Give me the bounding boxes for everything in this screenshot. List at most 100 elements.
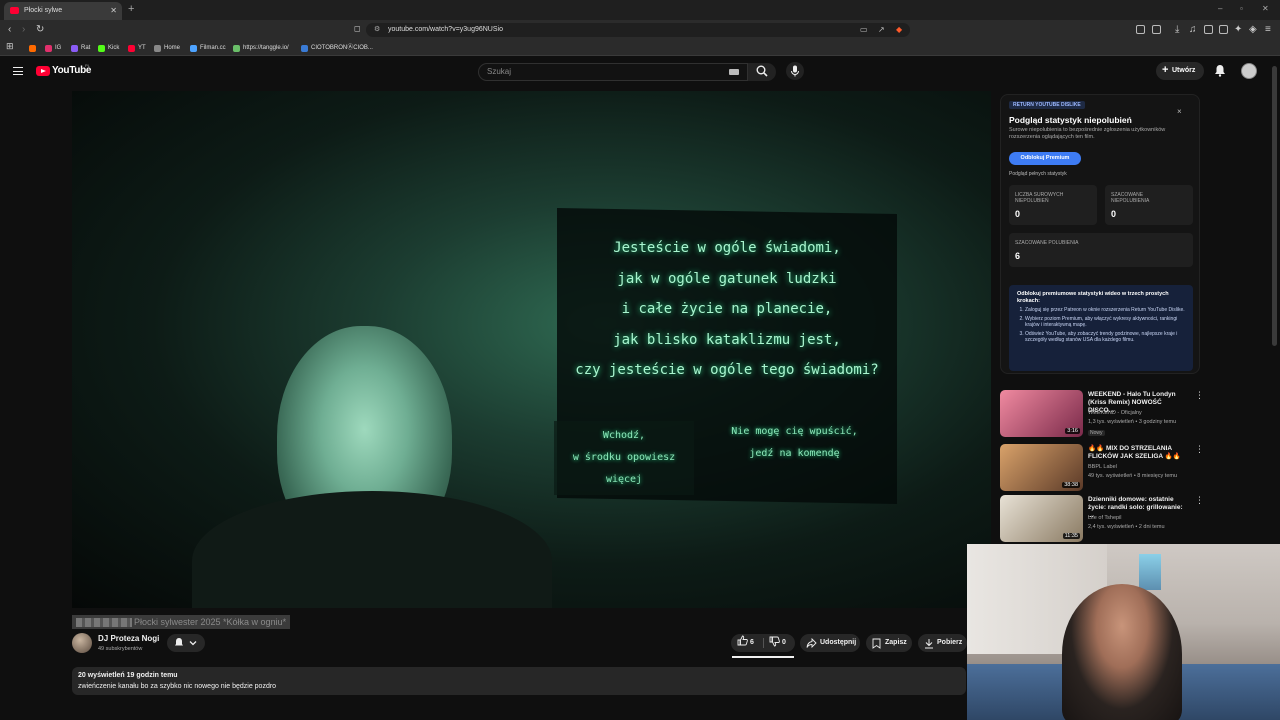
keyboard-icon[interactable] bbox=[729, 69, 739, 75]
video-person-hoodie bbox=[192, 491, 552, 608]
video-thumbnail[interactable]: 11:35 bbox=[1000, 495, 1083, 542]
bookmark-page-icon[interactable]: ◻ bbox=[354, 24, 361, 33]
back-icon[interactable]: ‹ bbox=[8, 24, 11, 35]
rec-channel[interactable]: Life of Tshepil bbox=[1088, 515, 1122, 521]
bookmark-kick[interactable]: Kick bbox=[98, 42, 119, 54]
account-avatar[interactable] bbox=[1241, 63, 1257, 79]
share-label: Udostępnij bbox=[820, 639, 857, 646]
apps-grid-icon[interactable]: ⊞ bbox=[6, 41, 14, 52]
webcam-person bbox=[1062, 584, 1182, 720]
bookmark-label: Filman.cc bbox=[200, 45, 226, 51]
video-thumbnail[interactable]: 38:38 bbox=[1000, 444, 1083, 491]
media-icon[interactable]: ♫ bbox=[1189, 24, 1197, 35]
bookmark-home[interactable]: Home bbox=[154, 42, 180, 54]
share-button[interactable]: Udostępnij bbox=[800, 634, 860, 652]
bookmark-label: IG bbox=[55, 45, 62, 51]
stat-label: SZACOWANE NIEPOLUBIENIA bbox=[1111, 192, 1150, 204]
browser-tab[interactable]: Płocki sylwe ✕ bbox=[4, 2, 122, 20]
downloads-icon[interactable]: ⤓ bbox=[1175, 24, 1179, 35]
recommendation-item[interactable]: 11:35 Dzienniki domowe: ostatnie życie: … bbox=[1000, 495, 1204, 545]
recommendation-item[interactable]: 38:38 🔥🔥 MIX DO STRZELANIA FLICKÓW JAK S… bbox=[1000, 444, 1204, 494]
youtube-favicon-icon bbox=[10, 7, 19, 14]
new-badge: Nowy bbox=[1088, 430, 1105, 436]
channel-name[interactable]: DJ Proteza Nogi bbox=[98, 634, 159, 643]
extensions-puzzle-icon[interactable]: ✦ bbox=[1234, 24, 1242, 35]
youtube-header: YouTube PL Szukaj bbox=[0, 57, 1280, 87]
bookmark-tanggle[interactable]: https://tanggle.io/ bbox=[233, 42, 289, 54]
video-thumbnail[interactable]: 3:16 bbox=[1000, 390, 1083, 437]
rec-channel[interactable]: BBPL Label bbox=[1088, 464, 1117, 470]
stat-value: 0 bbox=[1015, 209, 1021, 219]
share-page-icon[interactable]: ↗ bbox=[878, 23, 885, 37]
reload-icon[interactable]: ↻ bbox=[36, 24, 44, 35]
rec-channel[interactable]: WEEKEND - Oficjalny bbox=[1088, 410, 1142, 416]
video-player[interactable]: Jesteście w ogóle świadomi, jak w ogóle … bbox=[72, 91, 991, 608]
guide-menu-icon[interactable] bbox=[13, 67, 23, 75]
overlay-line: czy jesteście w ogóle tego świadomi? bbox=[575, 362, 879, 378]
rec-title[interactable]: 🔥🔥 MIX DO STRZELANIA FLICKÓW JAK SZELIGA… bbox=[1088, 445, 1188, 461]
vpn-icon[interactable]: ◈ bbox=[1249, 24, 1257, 35]
address-bar[interactable]: ⚙ youtube.com/watch?v=y3ug96NUSio ▭ ↗ ◆ bbox=[366, 23, 910, 37]
tab-close-icon[interactable]: ✕ bbox=[110, 2, 117, 20]
forward-icon[interactable]: › bbox=[22, 24, 25, 35]
bell-icon bbox=[175, 638, 183, 646]
menu-icon[interactable]: ≡ bbox=[1265, 24, 1271, 35]
thumb-down-icon bbox=[769, 636, 780, 647]
stat-value: 6 bbox=[1015, 251, 1021, 261]
youtube-play-icon bbox=[36, 66, 50, 76]
search-icon[interactable] bbox=[756, 65, 768, 77]
voice-search-button[interactable] bbox=[786, 62, 804, 80]
more-options-icon[interactable]: ⋮ bbox=[1195, 444, 1204, 455]
overlay-line: i całe życie na planecie, bbox=[621, 301, 833, 317]
video-title-text: Płocki sylwester 2025 *Kółka w ogniu* bbox=[134, 617, 287, 627]
new-tab-icon[interactable]: + bbox=[128, 3, 134, 15]
save-button[interactable]: Zapisz bbox=[866, 634, 912, 652]
bookmark-ciotobron[interactable]: CIOTOBRONⒶCIOB... bbox=[301, 42, 373, 54]
stat-label: SZACOWANE POLUBIENIA bbox=[1015, 240, 1079, 246]
view-stats: 20 wyświetleń 19 godzin temu bbox=[78, 672, 178, 679]
search-input[interactable]: Szukaj bbox=[478, 63, 748, 81]
webcam-poster bbox=[1139, 554, 1161, 590]
minimize-icon[interactable]: – bbox=[1218, 4, 1222, 13]
more-options-icon[interactable]: ⋮ bbox=[1195, 390, 1204, 401]
bookmark-label: Home bbox=[164, 45, 181, 51]
extension-icon[interactable] bbox=[1152, 25, 1161, 34]
dislike-button[interactable]: 0 bbox=[769, 634, 786, 652]
bookmark-ig[interactable]: IG bbox=[45, 42, 61, 54]
rec-meta: 49 tys. wyświetleń • 8 miesięcy temu bbox=[1088, 473, 1178, 479]
premium-step: Zaloguj się przez Patreon w oknie rozsze… bbox=[1025, 307, 1187, 314]
unlock-premium-button[interactable]: Odblokuj Premium bbox=[1009, 152, 1081, 165]
stat-estimated-likes: SZACOWANE POLUBIENIA 6 bbox=[1009, 233, 1193, 267]
rec-meta: 1,3 tys. wyświetleń • 3 godziny temu bbox=[1088, 419, 1177, 425]
bookmark-rat[interactable]: Rat bbox=[71, 42, 90, 54]
thumb-up-icon bbox=[737, 635, 748, 646]
notifications-icon[interactable] bbox=[1214, 64, 1226, 77]
download-button[interactable]: Pobierz bbox=[918, 634, 967, 652]
overlay-line: jak blisko kataklizmu jest, bbox=[613, 331, 841, 348]
site-info-icon[interactable]: ⚙ bbox=[374, 23, 380, 37]
channel-avatar[interactable] bbox=[72, 633, 92, 653]
download-label: Pobierz bbox=[937, 639, 963, 646]
description-box[interactable]: 20 wyświetleń 19 godzin temu zwieńczenie… bbox=[72, 667, 966, 695]
duration-badge: 38:38 bbox=[1062, 482, 1080, 488]
more-options-icon[interactable]: ⋮ bbox=[1195, 495, 1204, 506]
recommendation-item[interactable]: 3:16 WEEKEND - Halo Tu Londyn (Kriss Rem… bbox=[1000, 390, 1204, 440]
close-window-icon[interactable]: ✕ bbox=[1262, 4, 1269, 13]
bookmark-filman[interactable]: Filman.cc bbox=[190, 42, 226, 54]
subscription-bell-button[interactable] bbox=[167, 634, 205, 652]
bookmark-yt[interactable]: YT bbox=[128, 42, 146, 54]
extension-icon[interactable] bbox=[1219, 25, 1228, 34]
maximize-icon[interactable]: ▫ bbox=[1240, 4, 1243, 13]
browser-toolbar: ‹ › ↻ ◻ ⚙ youtube.com/watch?v=y3ug96NUSi… bbox=[0, 20, 1280, 40]
create-button[interactable]: Utwórz bbox=[1156, 61, 1204, 80]
overlay-line: jak w ogóle gatunek ludzki bbox=[617, 270, 837, 287]
full-stats-link[interactable]: Podgląd pełnych statystyk bbox=[1009, 171, 1067, 177]
sidebar-icon[interactable] bbox=[1204, 25, 1213, 34]
cast-icon[interactable]: ▭ bbox=[860, 23, 868, 37]
share-icon bbox=[806, 638, 817, 648]
extension-icon[interactable] bbox=[1136, 25, 1145, 34]
close-icon[interactable]: × bbox=[1177, 107, 1182, 116]
brave-shield-icon[interactable]: ◆ bbox=[896, 23, 902, 37]
like-button[interactable]: 6 bbox=[737, 634, 754, 652]
page-scrollbar[interactable] bbox=[1272, 66, 1277, 346]
